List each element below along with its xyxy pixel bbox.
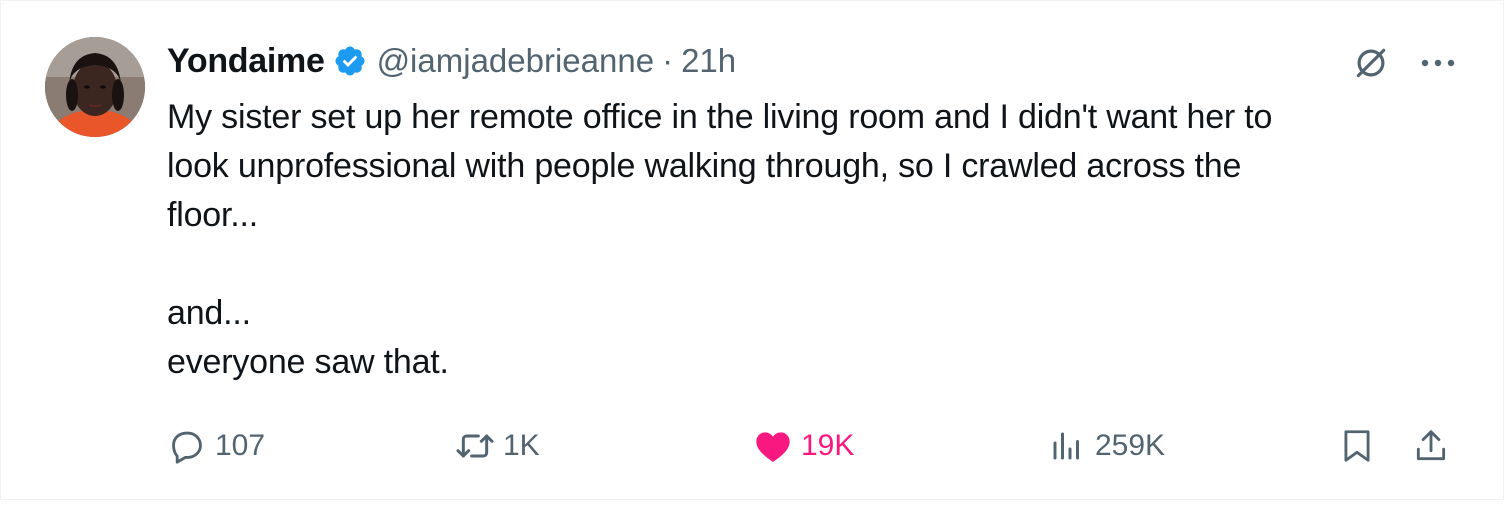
author-name[interactable]: Yondaime <box>167 42 325 81</box>
avatar[interactable] <box>45 37 145 137</box>
tweet-header: Yondaime @iamjadebrieanne · 21h <box>167 41 736 81</box>
tweet-text-line: everyone saw that. <box>167 343 449 381</box>
like-button[interactable]: 19K <box>753 421 854 471</box>
tweet-text-line: My sister set up her remote office in th… <box>167 98 1273 136</box>
verified-badge-icon <box>333 44 367 78</box>
tweet-timestamp[interactable]: 21h <box>681 42 736 80</box>
tweet-text-line: look unprofessional with people walking … <box>167 147 1242 185</box>
heart-icon <box>753 426 793 466</box>
retweet-count: 1K <box>503 429 540 462</box>
views-icon <box>1047 426 1087 466</box>
share-icon <box>1411 426 1451 466</box>
tweet-text-line: and... <box>167 294 251 332</box>
bookmark-icon <box>1337 426 1377 466</box>
tweet-text-line: floor... <box>167 196 259 234</box>
bookmark-button[interactable] <box>1337 421 1385 471</box>
like-count: 19K <box>801 429 855 462</box>
retweet-icon <box>455 426 495 466</box>
author-handle[interactable]: @iamjadebrieanne <box>377 42 655 80</box>
reply-button[interactable]: 107 <box>167 421 265 471</box>
grok-icon[interactable] <box>1349 43 1393 83</box>
separator-dot: · <box>662 42 674 79</box>
tweet-text: My sister set up her remote office in th… <box>167 93 1467 387</box>
reply-icon <box>167 426 207 466</box>
more-icon[interactable] <box>1415 43 1461 83</box>
share-button[interactable] <box>1411 421 1459 471</box>
reply-count: 107 <box>215 429 266 462</box>
retweet-button[interactable]: 1K <box>455 421 540 471</box>
tweet-text-blank-line <box>167 240 1467 289</box>
views-count: 259K <box>1095 429 1166 462</box>
views-button[interactable]: 259K <box>1047 421 1165 471</box>
tweet-card[interactable]: Yondaime @iamjadebrieanne · 21h My siste… <box>0 0 1504 500</box>
tweet-actions: 107 1K 19K 259K <box>167 421 1467 471</box>
